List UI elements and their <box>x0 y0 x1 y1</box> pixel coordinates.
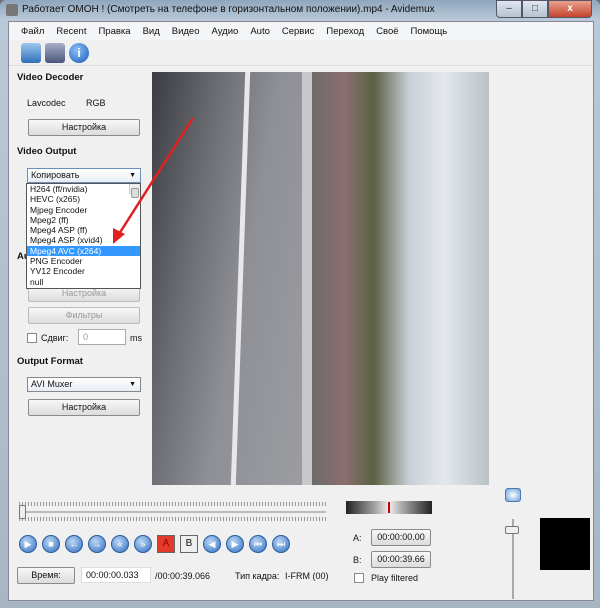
timeline-handle[interactable] <box>19 505 26 519</box>
play-filtered-label: Play filtered <box>371 573 419 583</box>
timeline-slider[interactable] <box>19 502 326 522</box>
set-marker-a-button[interactable]: A <box>157 535 175 553</box>
app-icon <box>6 4 18 16</box>
timeline-ticks-top <box>19 502 326 506</box>
marker-a-time-button[interactable]: 00:00:00.00 <box>371 529 431 546</box>
play-button[interactable]: ▶ <box>19 535 37 553</box>
marker-b-time-button[interactable]: 00:00:39.66 <box>371 551 431 568</box>
stop-button[interactable]: ■ <box>42 535 60 553</box>
marker-b-label: B: <box>353 555 362 565</box>
marker-a-label: A: <box>353 533 362 543</box>
playback-controls: ▶ ■ ← → « » A B ◀ ▶ ⏮ ⏭ <box>19 535 290 553</box>
audio-meter-preview <box>540 518 590 570</box>
main-window: Файл Recent Правка Вид Видео Аудио Auto … <box>8 21 594 601</box>
goto-marker-a-button[interactable]: ◀ <box>203 535 221 553</box>
total-time: /00:00:39.066 <box>155 571 211 581</box>
goto-marker-b-button[interactable]: ▶ <box>226 535 244 553</box>
current-time-input[interactable]: 00:00:00.033 <box>81 567 151 583</box>
goto-start-button[interactable]: ⏮ <box>249 535 267 553</box>
jog-shuttle[interactable] <box>346 501 432 514</box>
time-button[interactable]: Время: <box>17 567 75 584</box>
set-marker-b-button[interactable]: B <box>180 535 198 553</box>
frame-type-value: I-FRM (00) <box>285 571 329 581</box>
next-frame-button[interactable]: → <box>88 535 106 553</box>
play-filtered-checkbox[interactable] <box>354 573 364 583</box>
speaker-icon[interactable] <box>505 488 521 502</box>
next-keyframe-button[interactable]: » <box>134 535 152 553</box>
maximize-button[interactable]: □ <box>522 0 548 18</box>
minimize-button[interactable]: – <box>496 0 522 18</box>
timeline-track <box>19 511 326 513</box>
arrow-shaft <box>117 117 195 235</box>
close-button[interactable]: x <box>548 0 592 18</box>
prev-frame-button[interactable]: ← <box>65 535 83 553</box>
goto-end-button[interactable]: ⏭ <box>272 535 290 553</box>
jog-indicator <box>388 502 390 513</box>
frame-type-label: Тип кадра: <box>235 571 280 581</box>
window-title: Работает ОМОН ! (Смотреть на телефоне в … <box>22 4 435 15</box>
prev-keyframe-button[interactable]: « <box>111 535 129 553</box>
volume-handle[interactable] <box>505 526 519 534</box>
arrow-head <box>113 228 125 244</box>
timeline-ticks-bottom <box>19 517 326 521</box>
